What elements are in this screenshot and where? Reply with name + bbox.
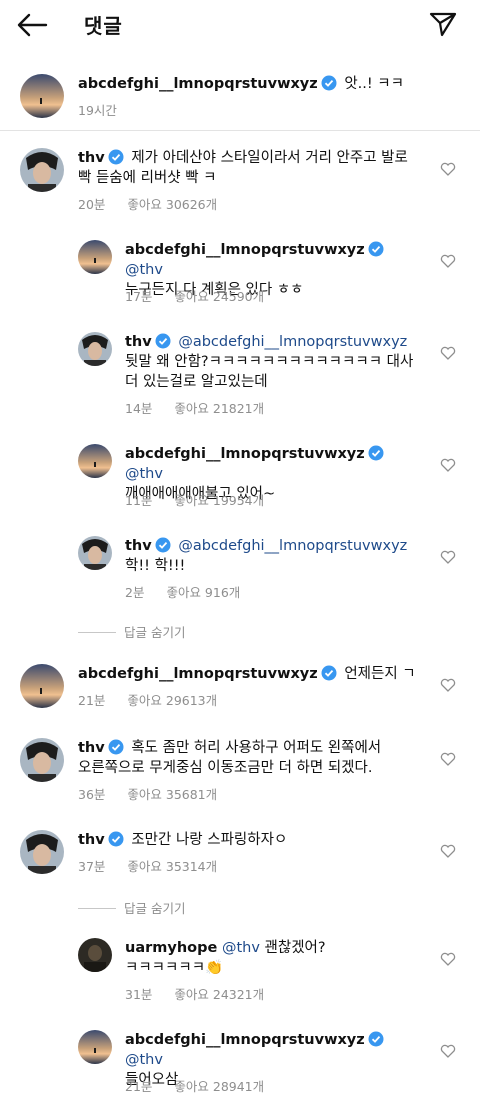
avatar[interactable] <box>78 332 112 366</box>
page-title: 댓글 <box>84 14 123 38</box>
username[interactable]: thv <box>125 334 152 350</box>
like-count[interactable]: 좋아요 24321개 <box>174 987 264 1002</box>
hide-replies-toggle[interactable]: 답글 숨기기 <box>78 898 185 917</box>
divider <box>78 908 116 909</box>
hide-replies-toggle[interactable]: 답글 숨기기 <box>78 622 185 641</box>
timestamp: 2분 <box>125 585 145 600</box>
mention-link[interactable]: @abcdefghi__lmnopqrstuvwxyz <box>178 334 407 350</box>
divider <box>78 632 116 633</box>
username[interactable]: abcdefghi__lmnopqrstuvwxyz <box>78 76 318 92</box>
timestamp: 14분 <box>125 401 153 416</box>
comment-text: thv 혹도 좀만 허리 사용하구 어퍼도 왼쪽에서 오른쪽으로 무게중심 이동… <box>78 739 382 776</box>
caption-meta: 19시간 <box>78 100 135 119</box>
avatar[interactable] <box>20 830 64 874</box>
username[interactable]: uarmyhope <box>125 940 217 956</box>
avatar[interactable] <box>20 148 64 192</box>
avatar[interactable] <box>78 938 112 972</box>
timestamp: 21분 <box>125 1079 153 1094</box>
reply-meta: 17분 좋아요 24590개 <box>125 286 282 305</box>
timestamp: 36분 <box>78 787 106 802</box>
like-count[interactable]: 좋아요 35314개 <box>127 859 217 874</box>
send-direct-icon[interactable] <box>428 10 458 38</box>
timestamp: 11분 <box>125 493 153 508</box>
username[interactable]: abcdefghi__lmnopqrstuvwxyz <box>125 1032 365 1048</box>
like-count[interactable]: 좋아요 30626개 <box>127 197 217 212</box>
verified-badge-icon <box>321 75 337 91</box>
verified-badge-icon <box>108 831 124 847</box>
heart-icon[interactable] <box>440 1044 456 1058</box>
avatar[interactable] <box>20 738 64 782</box>
verified-badge-icon <box>368 241 384 257</box>
heart-icon[interactable] <box>440 844 456 858</box>
heart-icon[interactable] <box>440 952 456 966</box>
avatar[interactable] <box>20 74 64 118</box>
like-count[interactable]: 좋아요 19954개 <box>174 493 264 508</box>
mention-link[interactable]: @thv <box>222 940 260 956</box>
like-count[interactable]: 좋아요 35681개 <box>127 787 217 802</box>
reply-meta: 2분 좋아요 916개 <box>125 582 258 601</box>
timestamp: 17분 <box>125 289 153 304</box>
username[interactable]: thv <box>78 832 105 848</box>
username[interactable]: thv <box>125 538 152 554</box>
heart-icon[interactable] <box>440 346 456 360</box>
reply-meta: 21분 좋아요 28941개 <box>125 1076 282 1095</box>
reply-text: thv @abcdefghi__lmnopqrstuvwxyz 학!! 학!!! <box>125 537 408 574</box>
verified-badge-icon <box>155 537 171 553</box>
reply-text: thv @abcdefghi__lmnopqrstuvwxyz 뒷말 왜 안함?… <box>125 333 414 390</box>
comment-text: thv 조만간 나랑 스파링하자ㅇ <box>78 831 288 848</box>
divider <box>0 130 480 131</box>
like-count[interactable]: 좋아요 24590개 <box>174 289 264 304</box>
heart-icon[interactable] <box>440 162 456 176</box>
verified-badge-icon <box>321 665 337 681</box>
timestamp: 19시간 <box>78 103 117 118</box>
comment-meta: 20분 좋아요 30626개 <box>78 194 235 213</box>
like-count[interactable]: 좋아요 916개 <box>166 585 240 600</box>
comment-meta: 21분 좋아요 29613개 <box>78 690 235 709</box>
back-arrow-icon[interactable] <box>16 12 48 38</box>
comment-text: abcdefghi__lmnopqrstuvwxyz 언제든지 ㄱ <box>78 665 416 682</box>
reply-meta: 11분 좋아요 19954개 <box>125 490 282 509</box>
timestamp: 20분 <box>78 197 106 212</box>
reply-meta: 14분 좋아요 21821개 <box>125 398 282 417</box>
mention-link[interactable]: @abcdefghi__lmnopqrstuvwxyz <box>178 538 407 554</box>
username[interactable]: abcdefghi__lmnopqrstuvwxyz <box>78 666 318 682</box>
reply-text: uarmyhope @thv 괜찮겠어? ㅋㅋㅋㅋㅋㅋ👏 <box>125 940 326 976</box>
avatar[interactable] <box>78 240 112 274</box>
verified-badge-icon <box>368 445 384 461</box>
heart-icon[interactable] <box>440 254 456 268</box>
mention-link[interactable]: @thv <box>125 466 163 482</box>
username[interactable]: thv <box>78 740 105 756</box>
reply-meta: 31분 좋아요 24321개 <box>125 984 282 1003</box>
verified-badge-icon <box>155 333 171 349</box>
mention-link[interactable]: @thv <box>125 1052 163 1068</box>
avatar[interactable] <box>78 1030 112 1064</box>
avatar[interactable] <box>78 444 112 478</box>
like-count[interactable]: 좋아요 21821개 <box>174 401 264 416</box>
heart-icon[interactable] <box>440 752 456 766</box>
comment-meta: 37분 좋아요 35314개 <box>78 856 235 875</box>
avatar[interactable] <box>78 536 112 570</box>
timestamp: 21분 <box>78 693 106 708</box>
heart-icon[interactable] <box>440 678 456 692</box>
heart-icon[interactable] <box>440 458 456 472</box>
comment-text: thv 제가 아데산야 스타일이라서 거리 안주고 발로 빡 듣숨에 리버샷 빡… <box>78 149 408 186</box>
timestamp: 31분 <box>125 987 153 1002</box>
verified-badge-icon <box>368 1031 384 1047</box>
top-bar: 댓글 <box>0 0 480 50</box>
timestamp: 37분 <box>78 859 106 874</box>
mention-link[interactable]: @thv <box>125 262 163 278</box>
heart-icon[interactable] <box>440 550 456 564</box>
comment-meta: 36분 좋아요 35681개 <box>78 784 235 803</box>
like-count[interactable]: 좋아요 29613개 <box>127 693 217 708</box>
verified-badge-icon <box>108 739 124 755</box>
verified-badge-icon <box>108 149 124 165</box>
username[interactable]: abcdefghi__lmnopqrstuvwxyz <box>125 242 365 258</box>
like-count[interactable]: 좋아요 28941개 <box>174 1079 264 1094</box>
avatar[interactable] <box>20 664 64 708</box>
username[interactable]: thv <box>78 150 105 166</box>
username[interactable]: abcdefghi__lmnopqrstuvwxyz <box>125 446 365 462</box>
caption-text: abcdefghi__lmnopqrstuvwxyz 앗..! ㅋㅋ <box>78 75 404 92</box>
